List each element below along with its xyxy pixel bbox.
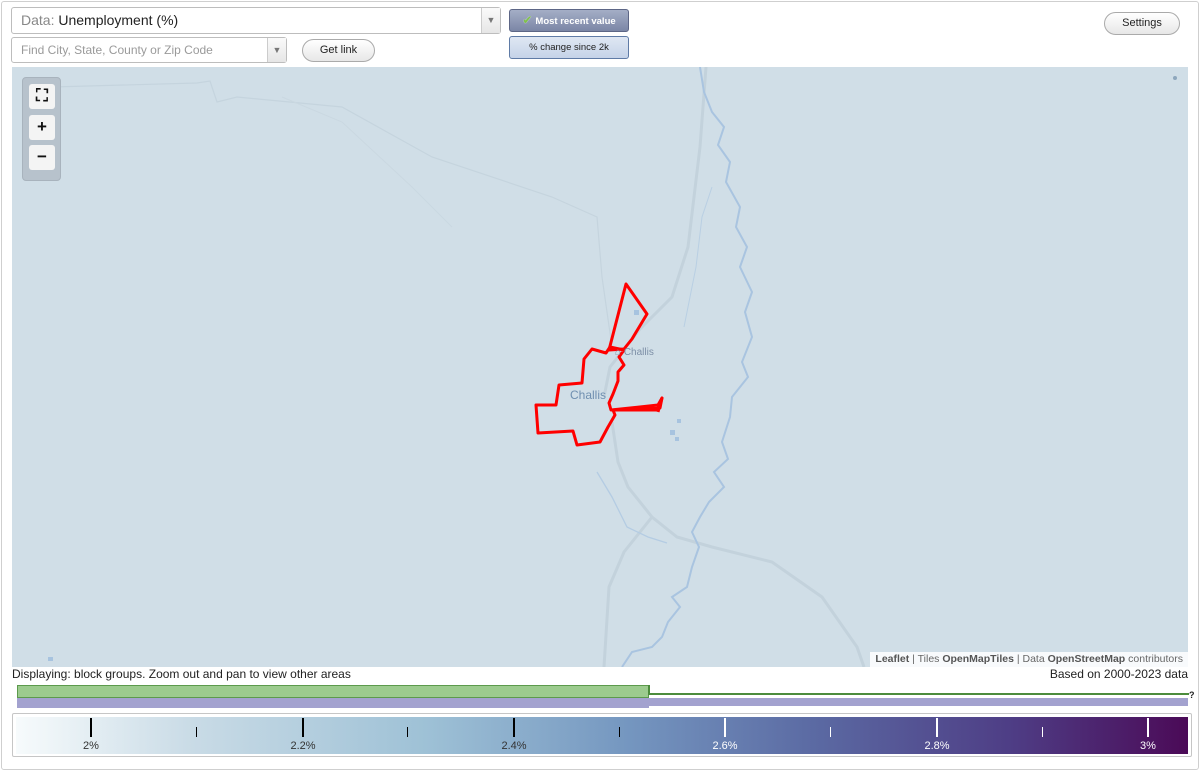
chevron-down-icon[interactable]: ▼ <box>481 8 500 33</box>
legend-tick <box>1147 718 1149 737</box>
map-layers <box>48 67 1177 667</box>
legend-label: 2.6% <box>712 740 738 752</box>
legend-tick <box>302 718 304 737</box>
legend-tick <box>513 718 515 737</box>
legend-tick <box>1042 727 1043 737</box>
search-input[interactable] <box>12 38 262 62</box>
town-label: Challis <box>570 388 607 402</box>
road <box>610 421 866 667</box>
river <box>621 67 754 667</box>
pond <box>677 419 681 423</box>
histogram-green-bar <box>17 685 649 698</box>
most-recent-label: Most recent value <box>535 16 616 27</box>
fullscreen-icon[interactable]: ⛶ <box>29 84 55 109</box>
color-legend[interactable]: 2% 2.2% 2.4% 2.6% 2.8% 3% <box>12 713 1192 757</box>
building-icon: ⌂ <box>615 347 622 358</box>
leaflet-link[interactable]: Leaflet <box>875 653 909 665</box>
openstreetmap-link[interactable]: OpenStreetMap <box>1048 653 1126 665</box>
histogram-help-icon[interactable]: ? <box>1189 690 1195 700</box>
marker-dot <box>1173 76 1177 80</box>
map-zoom-controls: ⛶ + − <box>22 77 61 181</box>
tiles-prefix: Tiles <box>917 653 940 665</box>
river <box>596 471 668 544</box>
histogram-green-line <box>649 693 1189 695</box>
legend-tick <box>619 727 620 737</box>
map-canvas[interactable]: ⌂ Challis Challis <box>12 67 1188 667</box>
town-icon-text: Challis <box>623 347 654 358</box>
openmaptiles-link[interactable]: OpenMapTiles <box>942 653 1014 665</box>
data-select-prefix: Data: <box>21 12 55 28</box>
settings-button[interactable]: Settings <box>1104 12 1180 35</box>
legend-label: 3% <box>1140 740 1156 752</box>
most-recent-value-button[interactable]: ✔ Most recent value <box>509 9 629 32</box>
attribution-sep: | <box>912 653 915 665</box>
legend-tick <box>90 718 92 737</box>
legend-tick <box>196 727 197 737</box>
legend-tick <box>936 718 938 737</box>
legend-label: 2.4% <box>501 740 527 752</box>
data-prefix: Data <box>1022 653 1045 665</box>
legend-label: 2.8% <box>924 740 950 752</box>
river <box>683 186 713 328</box>
contributors-text: contributors <box>1128 653 1183 665</box>
legend-tick <box>830 727 831 737</box>
legend-tick <box>724 718 726 737</box>
zoom-out-button[interactable]: − <box>29 145 55 170</box>
block-group-boundary-east <box>607 282 649 352</box>
histogram-purple-gap <box>649 706 1189 709</box>
pond <box>48 657 53 661</box>
road <box>51 80 613 348</box>
checkmark-icon: ✔ <box>522 13 533 27</box>
percent-change-button[interactable]: % change since 2k <box>509 36 629 59</box>
legend-label: 2.2% <box>290 740 316 752</box>
legend-label: 2% <box>83 740 99 752</box>
pond <box>634 310 639 315</box>
town-icon-label: ⌂ Challis <box>615 347 654 358</box>
road <box>281 96 453 228</box>
location-search[interactable]: ▼ <box>11 37 287 63</box>
get-link-button[interactable]: Get link <box>302 39 375 62</box>
road <box>602 516 654 667</box>
data-select[interactable]: Data: Unemployment (%) ▼ <box>11 7 501 34</box>
pond <box>670 430 675 435</box>
zoom-in-button[interactable]: + <box>29 115 55 140</box>
map-attribution: Leaflet | Tiles OpenMapTiles | Data Open… <box>870 652 1188 667</box>
data-select-value: Unemployment (%) <box>58 12 179 28</box>
attribution-sep: | <box>1016 653 1020 665</box>
displaying-status: Displaying: block groups. Zoom out and p… <box>12 667 351 681</box>
legend-tick <box>407 727 408 737</box>
based-on-data: Based on 2000-2023 data <box>1049 667 1188 681</box>
pond <box>675 437 679 441</box>
legend-gradient <box>16 717 1188 754</box>
chevron-down-icon[interactable]: ▼ <box>267 38 286 62</box>
